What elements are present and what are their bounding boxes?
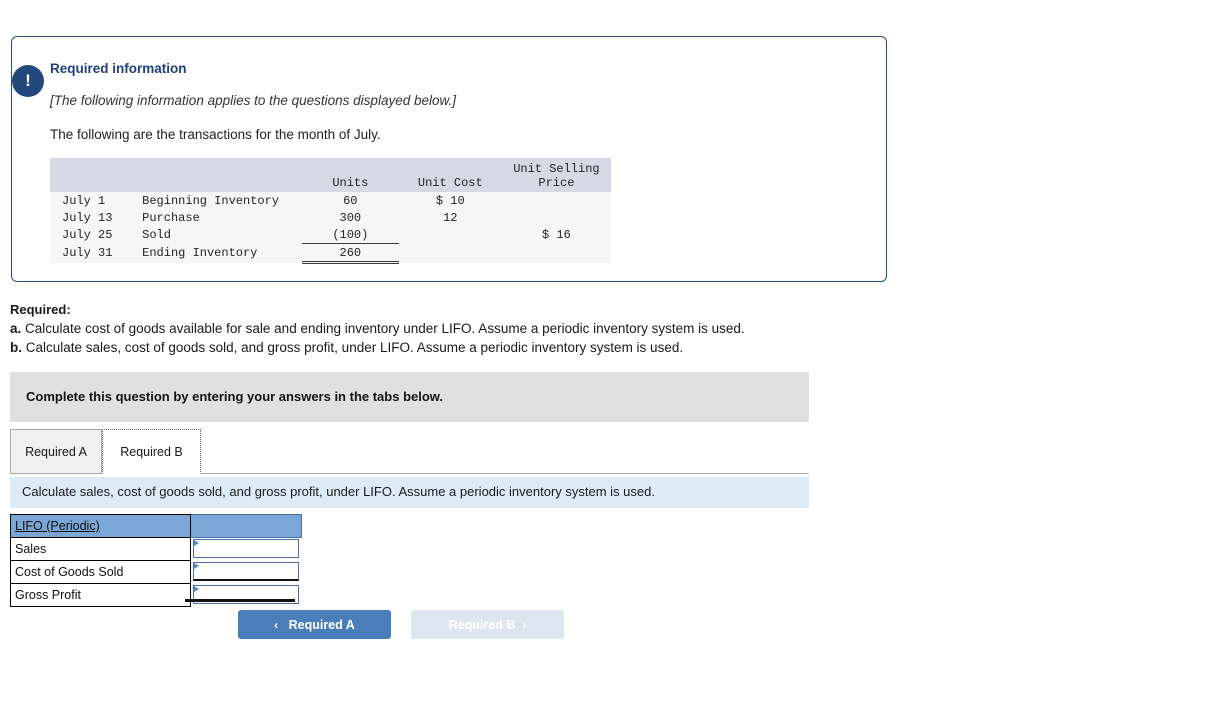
row-date: July 25 bbox=[50, 226, 139, 244]
row-units: 260 bbox=[301, 243, 399, 264]
row-description: Sold bbox=[138, 226, 302, 244]
header-description bbox=[138, 158, 302, 192]
row-unit-cost bbox=[398, 226, 502, 244]
header-unit-selling-price: Unit Selling Price bbox=[501, 158, 611, 192]
row-unit-selling-price bbox=[501, 192, 611, 209]
table-header: Units Unit Cost Unit Selling Price bbox=[50, 158, 611, 192]
cell-marker-icon bbox=[194, 585, 199, 592]
required-item-b: b. Calculate sales, cost of goods sold, … bbox=[10, 338, 910, 357]
next-required-b-button[interactable]: Required B › bbox=[411, 610, 564, 639]
panel-content: Required information [The following info… bbox=[12, 37, 886, 264]
tab-strip: Required A Required B bbox=[10, 429, 809, 474]
row-description: Purchase bbox=[138, 209, 302, 226]
answer-grid-header-row: LIFO (Periodic) bbox=[10, 514, 302, 538]
table-row: Sales bbox=[10, 537, 302, 561]
required-item-a-text: Calculate cost of goods available for sa… bbox=[25, 321, 745, 336]
required-item-a: a. Calculate cost of goods available for… bbox=[10, 319, 910, 338]
tab-required-a[interactable]: Required A bbox=[10, 429, 102, 474]
answer-grid: LIFO (Periodic) Sales Cost of Goods Sold… bbox=[10, 514, 302, 607]
answer-grid-header-blank bbox=[190, 514, 302, 538]
header-unit-cost: Unit Cost bbox=[398, 158, 502, 192]
table-header-row: Units Unit Cost Unit Selling Price bbox=[50, 158, 611, 192]
complete-question-text: Complete this question by entering your … bbox=[26, 389, 444, 404]
header-unit-selling-price-line2: Price bbox=[538, 176, 575, 190]
required-label: Required: bbox=[10, 302, 71, 317]
table-row: Cost of Goods Sold bbox=[10, 560, 302, 584]
required-questions-block: Required: a. Calculate cost of goods ava… bbox=[10, 302, 910, 357]
answer-cell-sales bbox=[191, 538, 302, 561]
row-label-gross-profit: Gross Profit bbox=[10, 583, 191, 607]
cell-marker-icon bbox=[194, 562, 199, 569]
row-date: July 31 bbox=[50, 243, 139, 263]
row-date: July 13 bbox=[50, 209, 139, 226]
complete-question-bar: Complete this question by entering your … bbox=[10, 372, 809, 422]
row-units: (100) bbox=[301, 226, 399, 244]
sub-instruction-bar: Calculate sales, cost of goods sold, and… bbox=[10, 477, 809, 508]
transactions-table: Units Unit Cost Unit Selling Price July … bbox=[50, 158, 611, 264]
prev-required-a-button[interactable]: ‹ Required A bbox=[238, 610, 391, 639]
prev-button-label: Required A bbox=[288, 617, 355, 632]
required-item-b-text: Calculate sales, cost of goods sold, and… bbox=[25, 340, 684, 355]
table-row: Gross Profit bbox=[10, 583, 302, 607]
row-date: July 1 bbox=[50, 192, 139, 209]
header-units: Units bbox=[301, 158, 399, 192]
header-date bbox=[50, 158, 139, 192]
table-row: July 25 Sold (100) $ 16 bbox=[50, 226, 611, 244]
next-button-label: Required B bbox=[448, 617, 516, 632]
table-row: July 1 Beginning Inventory 60 $ 10 bbox=[50, 192, 611, 209]
required-item-b-marker: b. bbox=[10, 340, 22, 355]
answer-cell-cost-of-goods-sold bbox=[191, 561, 302, 584]
chevron-left-icon: ‹ bbox=[274, 617, 279, 632]
row-unit-selling-price bbox=[501, 209, 611, 226]
cost-of-goods-sold-input[interactable] bbox=[193, 561, 299, 581]
row-unit-selling-price bbox=[501, 243, 611, 263]
row-unit-cost: 12 bbox=[398, 209, 502, 226]
sales-input[interactable] bbox=[193, 539, 299, 558]
answer-grid-header-label: LIFO (Periodic) bbox=[10, 514, 191, 538]
row-description: Beginning Inventory bbox=[138, 192, 302, 209]
row-label-sales: Sales bbox=[10, 537, 191, 561]
applies-to-note: [The following information applies to th… bbox=[50, 93, 456, 108]
chevron-right-icon: › bbox=[522, 617, 527, 632]
header-unit-selling-price-line1: Unit Selling bbox=[513, 162, 600, 176]
required-information-panel: ! Required information [The following in… bbox=[11, 36, 887, 282]
exclamation-icon: ! bbox=[12, 65, 44, 97]
tab-required-b[interactable]: Required B bbox=[102, 429, 201, 474]
row-units: 60 bbox=[301, 192, 399, 209]
sub-instruction-text: Calculate sales, cost of goods sold, and… bbox=[22, 484, 655, 499]
row-unit-selling-price: $ 16 bbox=[501, 226, 611, 244]
table-row: July 31 Ending Inventory 260 bbox=[50, 243, 611, 264]
table-body: July 1 Beginning Inventory 60 $ 10 July … bbox=[50, 192, 611, 264]
answer-cell-gross-profit bbox=[191, 584, 302, 607]
answer-grid-total-rule bbox=[185, 599, 295, 602]
answer-grid-header-label-text: LIFO (Periodic) bbox=[15, 519, 100, 533]
row-units: 300 bbox=[301, 209, 399, 226]
page-title: Required information bbox=[50, 61, 187, 76]
row-label-cost-of-goods-sold: Cost of Goods Sold bbox=[10, 560, 191, 584]
row-description: Ending Inventory bbox=[138, 243, 302, 263]
cell-marker-icon bbox=[194, 540, 199, 546]
required-item-a-marker: a. bbox=[10, 321, 22, 336]
row-unit-cost: $ 10 bbox=[398, 192, 502, 209]
row-unit-cost bbox=[398, 243, 502, 263]
table-row: July 13 Purchase 300 12 bbox=[50, 209, 611, 226]
transactions-lead-text: The following are the transactions for t… bbox=[50, 127, 381, 142]
